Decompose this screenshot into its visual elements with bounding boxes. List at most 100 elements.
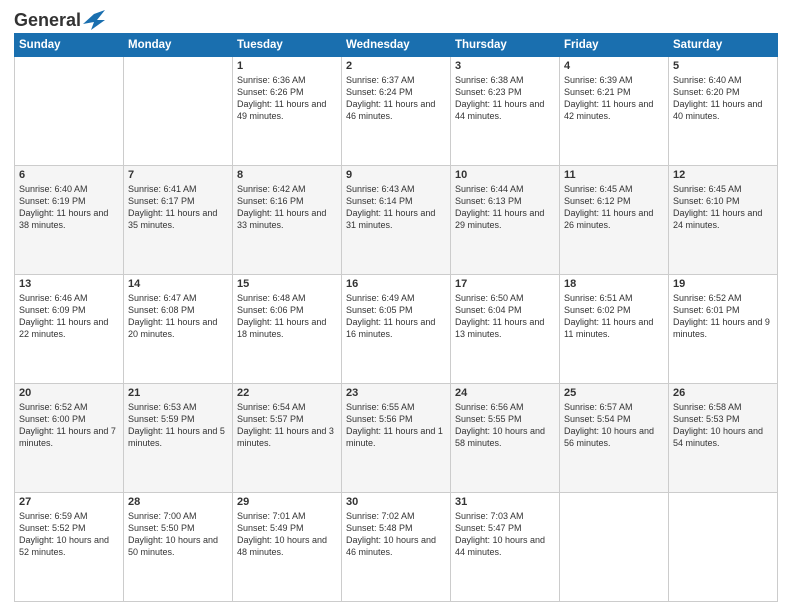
col-header-friday: Friday xyxy=(560,34,669,57)
day-number: 1 xyxy=(237,60,337,72)
day-number: 18 xyxy=(564,278,664,290)
logo-general: General xyxy=(14,10,81,31)
day-number: 11 xyxy=(564,169,664,181)
day-info: Sunrise: 7:03 AM Sunset: 5:47 PM Dayligh… xyxy=(455,510,555,559)
calendar-cell: 28Sunrise: 7:00 AM Sunset: 5:50 PM Dayli… xyxy=(124,493,233,602)
day-number: 19 xyxy=(673,278,773,290)
day-number: 12 xyxy=(673,169,773,181)
day-info: Sunrise: 6:45 AM Sunset: 6:10 PM Dayligh… xyxy=(673,183,773,232)
day-info: Sunrise: 6:58 AM Sunset: 5:53 PM Dayligh… xyxy=(673,401,773,450)
calendar-cell: 10Sunrise: 6:44 AM Sunset: 6:13 PM Dayli… xyxy=(451,166,560,275)
calendar-cell xyxy=(560,493,669,602)
calendar-cell: 31Sunrise: 7:03 AM Sunset: 5:47 PM Dayli… xyxy=(451,493,560,602)
calendar-cell: 8Sunrise: 6:42 AM Sunset: 6:16 PM Daylig… xyxy=(233,166,342,275)
logo: General xyxy=(14,10,105,27)
calendar-week-4: 20 Sunrise: 6:52 AM Sunset: 6:00 PM Dayli… xyxy=(15,384,778,493)
day-number: 24 xyxy=(455,387,555,399)
day-info: Sunrise: 6:37 AM Sunset: 6:24 PM Dayligh… xyxy=(346,74,446,123)
calendar-cell: 19 Sunrise: 6:52 AM Sunset: 6:01 PM Dayli… xyxy=(669,275,778,384)
day-number: 26 xyxy=(673,387,773,399)
calendar-cell: 5 Sunrise: 6:40 AM Sunset: 6:20 PM Daylig… xyxy=(669,57,778,166)
day-info: Sunrise: 6:49 AM Sunset: 6:05 PM Dayligh… xyxy=(346,292,446,341)
col-header-thursday: Thursday xyxy=(451,34,560,57)
day-info: Sunrise: 6:51 AM Sunset: 6:02 PM Dayligh… xyxy=(564,292,664,341)
col-header-sunday: Sunday xyxy=(15,34,124,57)
calendar-cell: 16 Sunrise: 6:49 AM Sunset: 6:05 PM Dayli… xyxy=(342,275,451,384)
day-info: Sunrise: 6:50 AM Sunset: 6:04 PM Dayligh… xyxy=(455,292,555,341)
calendar-cell xyxy=(669,493,778,602)
header: General xyxy=(14,10,778,27)
day-info: Sunrise: 6:40 AM Sunset: 6:19 PM Dayligh… xyxy=(19,183,119,232)
calendar-cell: 9 Sunrise: 6:43 AM Sunset: 6:14 PM Daylig… xyxy=(342,166,451,275)
calendar-cell: 20 Sunrise: 6:52 AM Sunset: 6:00 PM Dayli… xyxy=(15,384,124,493)
day-info: Sunrise: 7:02 AM Sunset: 5:48 PM Dayligh… xyxy=(346,510,446,559)
day-info: Sunrise: 6:45 AM Sunset: 6:12 PM Dayligh… xyxy=(564,183,664,232)
logo-bird-icon xyxy=(83,10,105,30)
day-number: 7 xyxy=(128,169,228,181)
calendar-week-3: 13 Sunrise: 6:46 AM Sunset: 6:09 PM Dayli… xyxy=(15,275,778,384)
day-info: Sunrise: 6:48 AM Sunset: 6:06 PM Dayligh… xyxy=(237,292,337,341)
day-number: 9 xyxy=(346,169,446,181)
day-info: Sunrise: 6:43 AM Sunset: 6:14 PM Dayligh… xyxy=(346,183,446,232)
day-number: 16 xyxy=(346,278,446,290)
calendar-cell: 30 Sunrise: 7:02 AM Sunset: 5:48 PM Dayli… xyxy=(342,493,451,602)
calendar-table: SundayMondayTuesdayWednesdayThursdayFrid… xyxy=(14,33,778,602)
calendar-cell: 18 Sunrise: 6:51 AM Sunset: 6:02 PM Dayli… xyxy=(560,275,669,384)
calendar-cell: 22Sunrise: 6:54 AM Sunset: 5:57 PM Dayli… xyxy=(233,384,342,493)
day-number: 6 xyxy=(19,169,119,181)
day-info: Sunrise: 6:57 AM Sunset: 5:54 PM Dayligh… xyxy=(564,401,664,450)
day-info: Sunrise: 6:46 AM Sunset: 6:09 PM Dayligh… xyxy=(19,292,119,341)
day-number: 27 xyxy=(19,496,119,508)
calendar-cell: 17 Sunrise: 6:50 AM Sunset: 6:04 PM Dayli… xyxy=(451,275,560,384)
calendar-cell: 7Sunrise: 6:41 AM Sunset: 6:17 PM Daylig… xyxy=(124,166,233,275)
day-info: Sunrise: 6:59 AM Sunset: 5:52 PM Dayligh… xyxy=(19,510,119,559)
calendar-cell: 14 Sunrise: 6:47 AM Sunset: 6:08 PM Dayli… xyxy=(124,275,233,384)
calendar-week-1: 1Sunrise: 6:36 AM Sunset: 6:26 PM Daylig… xyxy=(15,57,778,166)
day-info: Sunrise: 6:54 AM Sunset: 5:57 PM Dayligh… xyxy=(237,401,337,450)
calendar-week-5: 27 Sunrise: 6:59 AM Sunset: 5:52 PM Dayli… xyxy=(15,493,778,602)
calendar-cell: 25 Sunrise: 6:57 AM Sunset: 5:54 PM Dayli… xyxy=(560,384,669,493)
day-number: 28 xyxy=(128,496,228,508)
day-number: 20 xyxy=(19,387,119,399)
day-info: Sunrise: 6:47 AM Sunset: 6:08 PM Dayligh… xyxy=(128,292,228,341)
day-number: 14 xyxy=(128,278,228,290)
calendar-cell xyxy=(15,57,124,166)
calendar-cell: 15 Sunrise: 6:48 AM Sunset: 6:06 PM Dayli… xyxy=(233,275,342,384)
day-info: Sunrise: 6:44 AM Sunset: 6:13 PM Dayligh… xyxy=(455,183,555,232)
calendar-cell: 23 Sunrise: 6:55 AM Sunset: 5:56 PM Dayli… xyxy=(342,384,451,493)
day-info: Sunrise: 6:40 AM Sunset: 6:20 PM Dayligh… xyxy=(673,74,773,123)
day-number: 17 xyxy=(455,278,555,290)
day-number: 3 xyxy=(455,60,555,72)
day-number: 15 xyxy=(237,278,337,290)
calendar-cell: 3 Sunrise: 6:38 AM Sunset: 6:23 PM Daylig… xyxy=(451,57,560,166)
day-info: Sunrise: 6:55 AM Sunset: 5:56 PM Dayligh… xyxy=(346,401,446,450)
day-info: Sunrise: 6:52 AM Sunset: 6:00 PM Dayligh… xyxy=(19,401,119,450)
day-number: 23 xyxy=(346,387,446,399)
day-number: 5 xyxy=(673,60,773,72)
calendar-cell: 29 Sunrise: 7:01 AM Sunset: 5:49 PM Dayli… xyxy=(233,493,342,602)
day-number: 21 xyxy=(128,387,228,399)
calendar-cell: 26 Sunrise: 6:58 AM Sunset: 5:53 PM Dayli… xyxy=(669,384,778,493)
day-number: 13 xyxy=(19,278,119,290)
day-number: 25 xyxy=(564,387,664,399)
calendar-cell xyxy=(124,57,233,166)
day-number: 30 xyxy=(346,496,446,508)
day-info: Sunrise: 6:52 AM Sunset: 6:01 PM Dayligh… xyxy=(673,292,773,341)
day-info: Sunrise: 6:56 AM Sunset: 5:55 PM Dayligh… xyxy=(455,401,555,450)
calendar-week-2: 6 Sunrise: 6:40 AM Sunset: 6:19 PM Daylig… xyxy=(15,166,778,275)
calendar-cell: 4 Sunrise: 6:39 AM Sunset: 6:21 PM Daylig… xyxy=(560,57,669,166)
calendar-cell: 6 Sunrise: 6:40 AM Sunset: 6:19 PM Daylig… xyxy=(15,166,124,275)
day-info: Sunrise: 6:53 AM Sunset: 5:59 PM Dayligh… xyxy=(128,401,228,450)
calendar-header-row: SundayMondayTuesdayWednesdayThursdayFrid… xyxy=(15,34,778,57)
day-number: 29 xyxy=(237,496,337,508)
calendar-cell: 27 Sunrise: 6:59 AM Sunset: 5:52 PM Dayli… xyxy=(15,493,124,602)
calendar-cell: 24 Sunrise: 6:56 AM Sunset: 5:55 PM Dayli… xyxy=(451,384,560,493)
day-info: Sunrise: 6:42 AM Sunset: 6:16 PM Dayligh… xyxy=(237,183,337,232)
day-info: Sunrise: 7:01 AM Sunset: 5:49 PM Dayligh… xyxy=(237,510,337,559)
day-info: Sunrise: 6:39 AM Sunset: 6:21 PM Dayligh… xyxy=(564,74,664,123)
calendar-cell: 1Sunrise: 6:36 AM Sunset: 6:26 PM Daylig… xyxy=(233,57,342,166)
day-info: Sunrise: 6:38 AM Sunset: 6:23 PM Dayligh… xyxy=(455,74,555,123)
day-number: 2 xyxy=(346,60,446,72)
day-number: 4 xyxy=(564,60,664,72)
calendar-cell: 2 Sunrise: 6:37 AM Sunset: 6:24 PM Daylig… xyxy=(342,57,451,166)
